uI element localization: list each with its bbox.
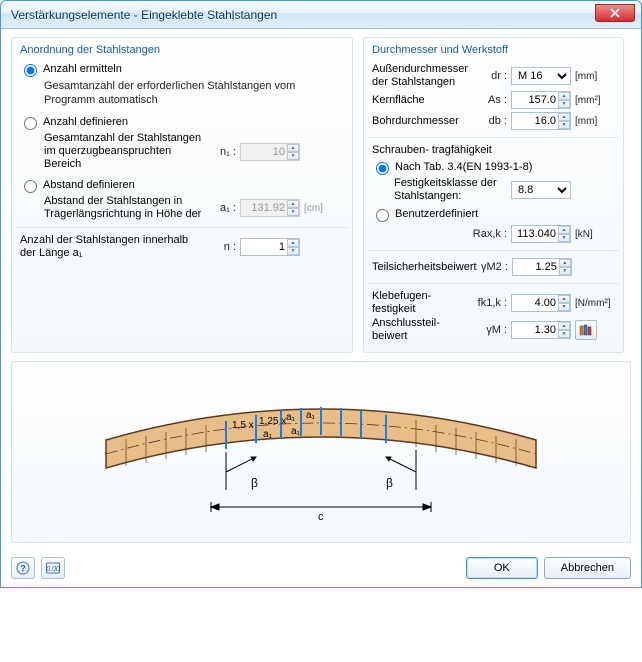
beam-diagram: 1,5 x 1,25 x a₁ a₁ a₁ a₁ β xyxy=(81,372,561,532)
radio-tab34-label: Nach Tab. 3.4(EN 1993-1-8) xyxy=(395,160,532,174)
svg-text:a₁: a₁ xyxy=(306,410,316,421)
ym-symbol: γM : xyxy=(475,324,511,336)
svg-text:a₁: a₁ xyxy=(286,412,296,423)
n1-symbol: n₁ : xyxy=(204,146,240,158)
bore-diameter-label: Bohrdurchmesser xyxy=(372,115,475,128)
db-unit: [mm] xyxy=(571,116,615,127)
radio-distance-define[interactable] xyxy=(24,180,37,193)
svg-text:?: ? xyxy=(20,564,26,574)
ok-button[interactable]: OK xyxy=(466,557,538,579)
radio-distance-define-desc: Abstand der Stahlstangen in Trägerlängsr… xyxy=(44,195,204,221)
as-unit: [mm²] xyxy=(571,95,615,106)
radio-count-auto-label: Anzahl ermitteln xyxy=(43,62,122,76)
arrangement-title: Anordnung der Stahlstangen xyxy=(20,42,344,62)
divider xyxy=(368,250,619,251)
spin-up-icon[interactable]: ▲ xyxy=(558,226,570,234)
radio-tab34[interactable] xyxy=(376,162,389,175)
close-button[interactable] xyxy=(595,4,635,22)
outer-diameter-label: Außendurchmesser der Stahlstangen xyxy=(372,63,475,89)
footer: ? 0.00 OK Abbrechen xyxy=(11,551,631,579)
rax-unit: [kN] xyxy=(571,229,615,240)
library-icon xyxy=(579,324,593,336)
spin-up-icon: ▲ xyxy=(287,144,299,152)
strength-combo[interactable]: 8.8 xyxy=(511,181,571,199)
divider xyxy=(16,227,348,228)
help-icon: ? xyxy=(16,561,30,575)
help-button[interactable]: ? xyxy=(11,557,35,579)
radio-count-define-label: Anzahl definieren xyxy=(43,115,128,129)
spin-down-icon[interactable]: ▼ xyxy=(558,330,570,338)
svg-text:a₁: a₁ xyxy=(263,429,273,440)
ym2-symbol: γM2 : xyxy=(477,261,512,273)
radio-user-defined[interactable] xyxy=(376,209,389,222)
a1-symbol: a₁ : xyxy=(204,202,240,214)
spin-down-icon: ▼ xyxy=(287,152,299,160)
divider xyxy=(368,137,619,138)
core-area-label: Kernfläche xyxy=(372,94,475,107)
screw-capacity-title: Schrauben- tragfähigkeit xyxy=(372,144,615,156)
spin-up-icon[interactable]: ▲ xyxy=(558,322,570,330)
dr-symbol: dr : xyxy=(475,70,511,82)
dialog-window: Verstärkungselemente - Eingeklebte Stahl… xyxy=(0,0,642,588)
spin-up-icon[interactable]: ▲ xyxy=(558,295,570,303)
radio-user-defined-label: Benutzerdefiniert xyxy=(395,207,478,221)
dr-combo[interactable]: M 16 xyxy=(511,67,571,85)
glue-label: Klebefugen-festigkeit xyxy=(372,290,469,316)
library-button[interactable] xyxy=(575,320,597,340)
radio-count-define[interactable] xyxy=(24,117,37,130)
radio-count-auto-desc: Gesamtanzahl der erforderlichen Stahlsta… xyxy=(44,79,344,107)
radio-distance-define-label: Abstand definieren xyxy=(43,178,135,192)
n-symbol: n : xyxy=(204,241,240,253)
spin-up-icon[interactable]: ▲ xyxy=(558,113,570,121)
titlebar: Verstärkungselemente - Eingeklebte Stahl… xyxy=(1,1,641,29)
spin-down-icon[interactable]: ▼ xyxy=(558,100,570,108)
svg-text:c: c xyxy=(318,511,324,523)
radio-count-define-desc: Gesamtanzahl der Stahlstangen im querzug… xyxy=(44,132,204,171)
spin-up-icon: ▲ xyxy=(287,200,299,208)
fk1-unit: [N/mm²] xyxy=(571,298,615,309)
svg-text:a₁: a₁ xyxy=(291,426,301,437)
units-button[interactable]: 0.00 xyxy=(41,557,65,579)
spin-down-icon[interactable]: ▼ xyxy=(559,267,571,275)
diameter-title: Durchmesser und Werkstoff xyxy=(372,42,615,62)
spin-down-icon: ▼ xyxy=(287,208,299,216)
units-icon: 0.00 xyxy=(46,562,60,574)
strength-class-label: Festigkeitsklasse der Stahlstangen: xyxy=(394,177,511,203)
spin-down-icon[interactable]: ▼ xyxy=(558,121,570,129)
count-in-a1-label: Anzahl der Stahlstangen innerhalb der Lä… xyxy=(20,234,204,260)
conn-label: Anschlussteil-beiwert xyxy=(372,317,475,343)
svg-text:β: β xyxy=(251,476,258,490)
divider xyxy=(368,283,619,284)
db-symbol: db : xyxy=(475,115,511,127)
spin-down-icon[interactable]: ▼ xyxy=(558,303,570,311)
fk1-symbol: fk1,k : xyxy=(469,297,511,309)
as-symbol: As : xyxy=(475,94,511,106)
diameter-panel: Durchmesser und Werkstoff Außendurchmess… xyxy=(363,37,624,353)
rax-symbol: Rax,k : xyxy=(465,228,511,240)
spin-down-icon[interactable]: ▼ xyxy=(287,247,299,255)
svg-text:1,5 x: 1,5 x xyxy=(232,420,254,431)
svg-text:β: β xyxy=(386,476,393,490)
svg-text:0.00: 0.00 xyxy=(46,566,60,573)
svg-text:1,25 x: 1,25 x xyxy=(259,416,286,427)
radio-count-auto[interactable] xyxy=(24,64,37,77)
cancel-button[interactable]: Abbrechen xyxy=(544,557,631,579)
diagram-panel: 1,5 x 1,25 x a₁ a₁ a₁ a₁ β xyxy=(11,361,631,543)
arrangement-panel: Anordnung der Stahlstangen Anzahl ermitt… xyxy=(11,37,353,353)
a1-unit: [cm] xyxy=(300,203,344,214)
window-title: Verstärkungselemente - Eingeklebte Stahl… xyxy=(7,8,277,22)
spin-down-icon[interactable]: ▼ xyxy=(558,234,570,242)
spin-up-icon[interactable]: ▲ xyxy=(558,92,570,100)
dialog-content: Anordnung der Stahlstangen Anzahl ermitt… xyxy=(1,29,641,587)
dr-unit: [mm] xyxy=(571,71,615,82)
partial-safety-label: Teilsicherheitsbeiwert xyxy=(372,261,477,274)
spin-up-icon[interactable]: ▲ xyxy=(559,259,571,267)
spin-up-icon[interactable]: ▲ xyxy=(287,239,299,247)
close-icon xyxy=(610,8,620,18)
